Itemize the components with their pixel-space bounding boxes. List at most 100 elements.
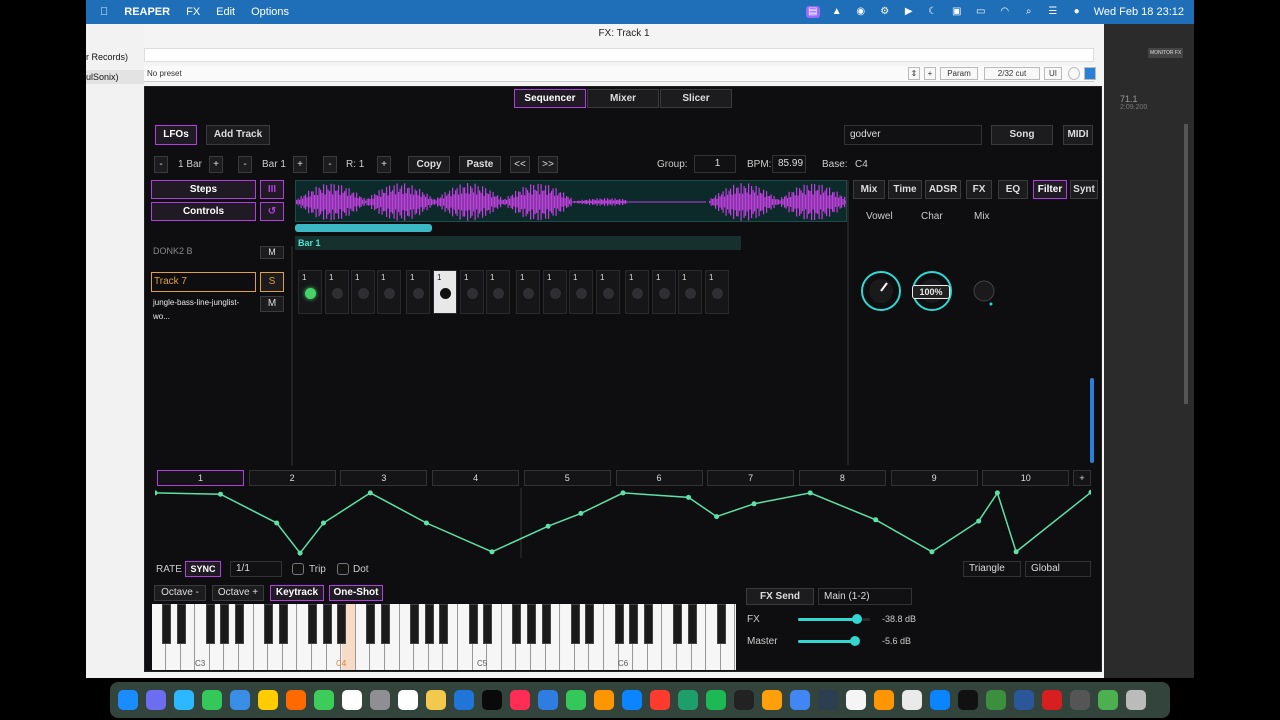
lfo-point[interactable] <box>929 549 935 555</box>
lfo-tab-1[interactable]: 1 <box>157 470 244 486</box>
master-handle[interactable] <box>850 636 861 646</box>
dock-app-icon[interactable] <box>734 690 754 710</box>
track-sample[interactable]: jungle-bass-line-junglist-wo... <box>151 296 256 321</box>
lfo-tab-5[interactable]: 5 <box>523 470 611 486</box>
mute-button[interactable]: M <box>260 296 284 312</box>
dock-app-icon[interactable] <box>762 690 782 710</box>
piano-black-key[interactable] <box>424 604 434 644</box>
group-input[interactable]: 1 <box>694 155 736 173</box>
controls-button[interactable]: Controls <box>151 202 256 221</box>
screen-record-icon[interactable]: ▤ <box>805 6 820 18</box>
song-button[interactable]: Song <box>991 125 1053 145</box>
mix-knob[interactable] <box>973 280 995 302</box>
lfo-point[interactable] <box>714 514 720 520</box>
lfo-scope-select[interactable]: Global <box>1025 561 1091 577</box>
waveform-display[interactable] <box>295 180 847 222</box>
add-lfo-button[interactable]: + <box>1073 470 1091 486</box>
menu-options[interactable]: Options <box>251 6 289 18</box>
dock-app-icon[interactable] <box>846 690 866 710</box>
dock-app-icon[interactable] <box>454 690 474 710</box>
fx-tab-synt[interactable]: Synt <box>1070 180 1098 199</box>
piano-black-key[interactable] <box>716 604 726 644</box>
dock-app-icon[interactable] <box>1070 690 1090 710</box>
left-label-2[interactable]: ulSonix) <box>86 70 144 84</box>
piano-black-key[interactable] <box>220 604 230 644</box>
preset-select[interactable]: No preset <box>147 69 182 78</box>
monitor-fx-button[interactable]: MONITOR FX <box>1148 48 1184 58</box>
dock-app-icon[interactable] <box>1014 690 1034 710</box>
piano-black-key[interactable] <box>337 604 347 644</box>
fx-send-button[interactable]: FX Send <box>746 588 814 605</box>
dock-app-icon[interactable] <box>342 690 362 710</box>
fx-tab-time[interactable]: Time <box>888 180 922 199</box>
step-dot[interactable] <box>493 288 504 299</box>
octave-up-button[interactable]: Octave + <box>212 585 264 601</box>
dock-app-icon[interactable] <box>650 690 670 710</box>
sync-button[interactable]: SYNC <box>185 561 221 577</box>
dock-app-icon[interactable] <box>678 690 698 710</box>
dock-app-icon[interactable] <box>286 690 306 710</box>
lfo-point[interactable] <box>545 523 551 529</box>
dot-checkbox[interactable] <box>337 563 349 575</box>
piano-black-key[interactable] <box>264 604 274 644</box>
fx-tab-mix[interactable]: Mix <box>853 180 885 199</box>
piano-black-key[interactable] <box>687 604 697 644</box>
send-target-select[interactable]: Main (1-2) <box>818 588 912 605</box>
step-dot[interactable] <box>332 288 343 299</box>
dock-app-icon[interactable] <box>1042 690 1062 710</box>
bar-plus-button[interactable]: + <box>293 156 307 173</box>
dock-app-icon[interactable] <box>706 690 726 710</box>
piano-black-key[interactable] <box>512 604 522 644</box>
lfo-tab-2[interactable]: 2 <box>248 470 336 486</box>
piano-black-key[interactable] <box>585 604 595 644</box>
step-dot[interactable] <box>632 288 643 299</box>
piano-black-key[interactable] <box>410 604 420 644</box>
lfo-tab-8[interactable]: 8 <box>798 470 886 486</box>
steps-grid-icon[interactable]: III <box>260 180 284 199</box>
lfo-point[interactable] <box>297 550 303 556</box>
track-prev-mute-button[interactable]: M <box>260 246 284 259</box>
tab-sequencer[interactable]: Sequencer <box>514 89 586 108</box>
fx-tab-fx[interactable]: FX <box>966 180 992 199</box>
fx-tab-eq[interactable]: EQ <box>998 180 1028 199</box>
vlc-icon[interactable]: ▲ <box>830 6 844 18</box>
dock-app-icon[interactable] <box>566 690 586 710</box>
repeat-minus-button[interactable]: - <box>323 156 337 173</box>
step-cell[interactable]: 1 <box>486 270 510 314</box>
lfo-point[interactable] <box>489 549 495 555</box>
lfo-point[interactable] <box>320 520 326 526</box>
tab-mixer[interactable]: Mixer <box>587 89 659 108</box>
step-cell[interactable]: 1 <box>652 270 676 314</box>
step-cell[interactable]: 1 <box>543 270 567 314</box>
fx-send-handle[interactable] <box>852 614 863 624</box>
step-cell[interactable]: 1 <box>351 270 375 314</box>
lfo-tab-10[interactable]: 10 <box>982 470 1070 486</box>
ui-button[interactable]: UI <box>1044 67 1062 80</box>
lfo-tab-9[interactable]: 9 <box>890 470 978 486</box>
one-shot-button[interactable]: One-Shot <box>329 585 383 601</box>
dock-app-icon[interactable] <box>622 690 642 710</box>
waveform-scroll-handle[interactable] <box>295 224 432 232</box>
add-track-button[interactable]: Add Track <box>206 125 270 145</box>
piano-black-key[interactable] <box>381 604 390 644</box>
enable-checkbox[interactable] <box>1084 67 1096 80</box>
lfo-point[interactable] <box>807 490 813 496</box>
dock-app-icon[interactable] <box>426 690 446 710</box>
piano-black-key[interactable] <box>468 604 478 644</box>
play-icon[interactable]: ▶ <box>902 6 916 18</box>
piano-black-key[interactable] <box>570 604 580 644</box>
control-center-icon[interactable]: ☰ <box>1046 6 1060 18</box>
piano-black-key[interactable] <box>673 604 682 644</box>
dock-app-icon[interactable] <box>258 690 278 710</box>
step-dot[interactable] <box>358 288 369 299</box>
step-cell[interactable]: 1 <box>406 270 430 314</box>
prev-bar-button[interactable]: << <box>510 156 530 173</box>
dock-app-icon[interactable] <box>174 690 194 710</box>
step-dot[interactable] <box>685 288 696 299</box>
length-minus-button[interactable]: - <box>154 156 168 173</box>
piano-black-key[interactable] <box>483 604 493 644</box>
keytrack-button[interactable]: Keytrack <box>270 585 324 601</box>
fx-list[interactable] <box>144 48 1094 62</box>
lfo-point[interactable] <box>367 490 373 496</box>
trip-checkbox[interactable] <box>292 563 304 575</box>
